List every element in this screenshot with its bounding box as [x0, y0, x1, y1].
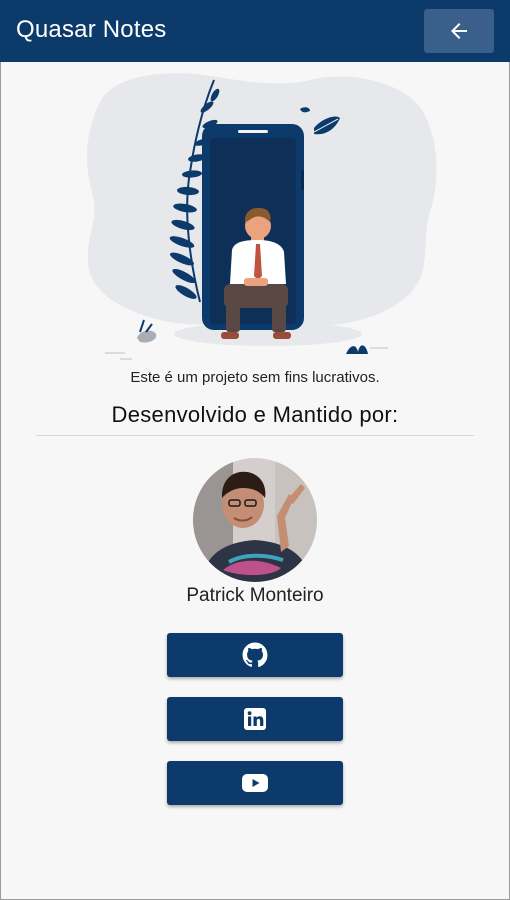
developer-name: Patrick Monteiro: [186, 585, 324, 606]
youtube-button[interactable]: [167, 761, 343, 805]
github-button[interactable]: [167, 633, 343, 677]
github-icon: [242, 642, 268, 668]
youtube-icon: [242, 774, 268, 792]
project-tagline: Este é um projeto sem fins lucrativos.: [130, 369, 380, 386]
app-title: Quasar Notes: [16, 16, 167, 43]
divider: [36, 435, 474, 436]
linkedin-icon: [244, 708, 266, 730]
hero-illustration: [87, 73, 437, 360]
app-header: Quasar Notes: [0, 0, 510, 62]
linkedin-button[interactable]: [167, 697, 343, 741]
avatar: [193, 458, 317, 582]
credits-heading: Desenvolvido e Mantido por:: [111, 402, 399, 427]
back-button[interactable]: [424, 9, 494, 53]
arrow-left-icon: [451, 23, 467, 39]
